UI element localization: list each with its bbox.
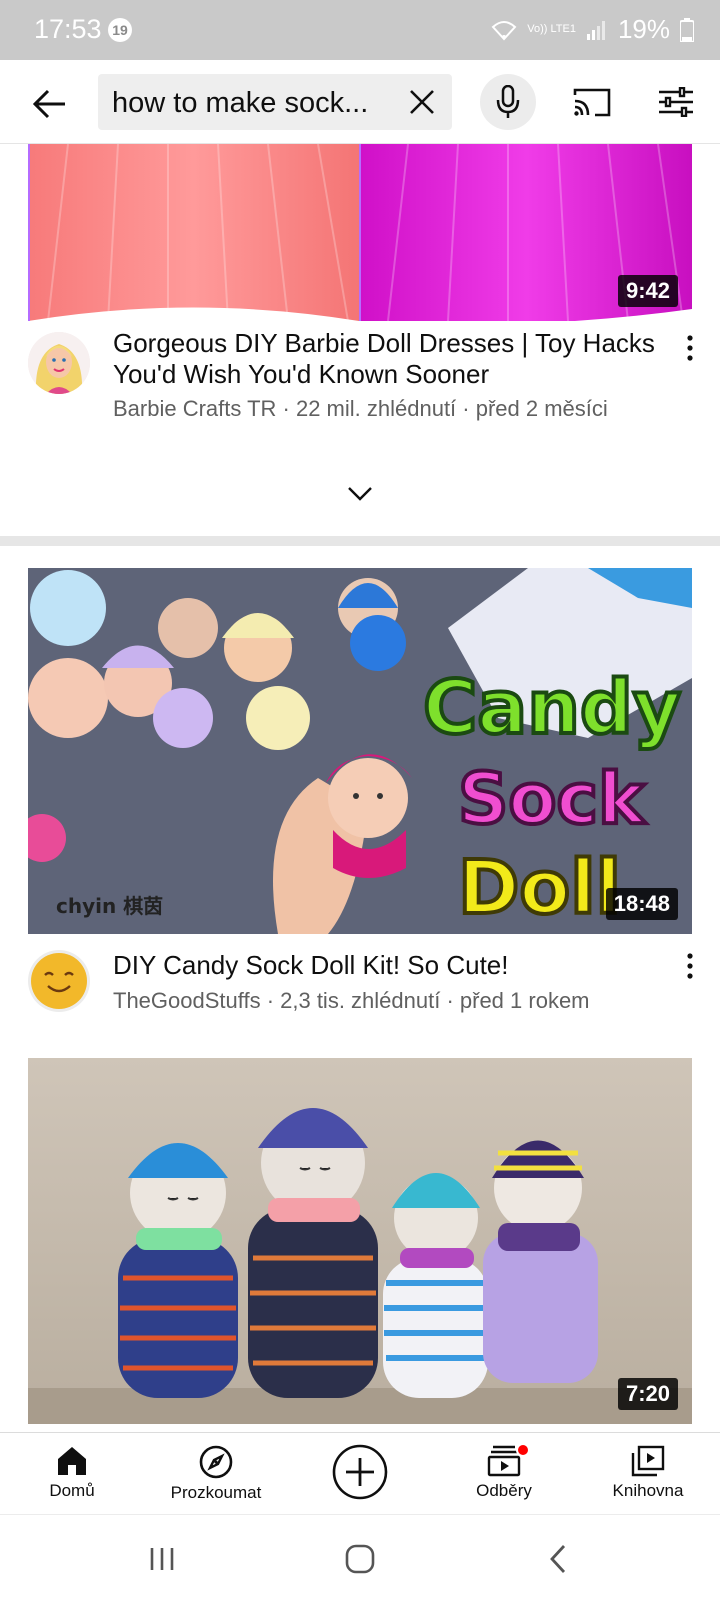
system-navigation-bar [0, 1514, 720, 1600]
cast-button[interactable] [564, 74, 620, 130]
smiley-avatar-image [28, 950, 90, 1012]
status-right-group: Vo)) LTE1 19% [491, 14, 694, 45]
bottom-navigation: Domů Prozkoumat Odběry Knihovna [0, 1432, 720, 1514]
thumbnail-image-dresses [28, 144, 692, 321]
thumbnail-image-sock-dolls [28, 1058, 692, 1424]
video-thumbnail[interactable]: Candy Sock Doll chyin 棋茵 18:48 [28, 568, 692, 934]
subscriptions-notification-dot [516, 1443, 530, 1457]
nav-label: Prozkoumat [170, 1483, 262, 1502]
search-header: how to make sock... [0, 60, 720, 144]
video-channel-views-age: Barbie Crafts TR · 22 mil. zhlédnutí · p… [113, 396, 608, 421]
video-channel-views-age: TheGoodStuffs · 2,3 tis. zhlédnutí · pře… [113, 988, 590, 1013]
back-arrow-icon [33, 89, 65, 119]
search-input[interactable]: how to make sock... [98, 74, 452, 130]
video-more-button[interactable] [674, 328, 706, 368]
chevron-down-icon [348, 487, 372, 501]
nav-item-home[interactable]: Domů [0, 1433, 144, 1514]
nav-label: Odběry [476, 1481, 532, 1500]
thumb-logo-text: chyin 棋茵 [56, 894, 163, 918]
nav-item-explore[interactable]: Prozkoumat [144, 1433, 288, 1514]
wifi-icon [491, 20, 517, 40]
video-thumbnail[interactable]: 9:42 [28, 144, 692, 321]
video-duration: 7:20 [617, 1378, 678, 1410]
nav-item-subscriptions[interactable]: Odběry [432, 1433, 576, 1514]
video-duration: 18:48 [605, 888, 678, 920]
cast-icon [573, 88, 611, 117]
more-vertical-icon [687, 335, 693, 361]
video-duration: 9:42 [617, 275, 678, 307]
nav-item-library[interactable]: Knihovna [576, 1433, 720, 1514]
nav-item-create[interactable] [288, 1433, 432, 1514]
barbie-avatar-image [28, 332, 90, 394]
section-divider [0, 536, 720, 546]
channel-avatar[interactable] [28, 332, 90, 394]
home-outline-icon [345, 1544, 375, 1574]
explore-icon [199, 1445, 233, 1479]
show-more-results-button[interactable] [336, 476, 384, 512]
battery-icon [680, 17, 694, 42]
chevron-left-icon [550, 1545, 566, 1573]
thumb-text-sock: Sock [458, 758, 646, 840]
status-time: 17:53 [34, 14, 102, 44]
clear-search-button[interactable] [398, 78, 446, 126]
thumb-text-doll: Doll [458, 845, 621, 931]
recent-apps-button[interactable] [132, 1537, 192, 1581]
thumbnail-image-candy-sock-doll: Candy Sock Doll chyin 棋茵 [28, 568, 692, 934]
filter-icon [659, 87, 693, 117]
battery-percent: 19% [617, 14, 670, 44]
create-icon [332, 1444, 388, 1500]
video-info: DIY Candy Sock Doll Kit! So Cute! TheGoo… [0, 938, 720, 1028]
nav-label: Domů [49, 1481, 95, 1500]
home-system-button[interactable] [330, 1537, 390, 1581]
video-title[interactable]: DIY Candy Sock Doll Kit! So Cute! [113, 950, 673, 981]
back-button[interactable] [22, 76, 78, 132]
video-title[interactable]: Gorgeous DIY Barbie Doll Dresses | Toy H… [113, 328, 673, 390]
voice-search-button[interactable] [480, 74, 536, 130]
notification-count-badge: 19 [108, 18, 132, 42]
video-thumbnail[interactable]: 7:20 [28, 1058, 692, 1424]
back-system-button[interactable] [528, 1537, 588, 1581]
channel-avatar[interactable] [28, 950, 90, 1012]
network-label: Vo)) LTE1 [527, 23, 576, 35]
signal-icon [586, 20, 605, 40]
search-filters-button[interactable] [648, 74, 704, 130]
status-bar: 17:53 19 Vo)) LTE1 19% [0, 0, 720, 60]
nav-label: Knihovna [612, 1481, 684, 1500]
video-info: Gorgeous DIY Barbie Doll Dresses | Toy H… [0, 322, 720, 432]
thumb-text-candy: Candy [423, 665, 681, 751]
microphone-icon [496, 85, 520, 118]
more-vertical-icon [687, 953, 693, 979]
clear-icon [410, 90, 434, 114]
recent-apps-icon [150, 1548, 174, 1570]
home-icon [58, 1447, 86, 1475]
video-more-button[interactable] [674, 946, 706, 986]
search-query-text: how to make sock... [112, 87, 369, 119]
library-icon [631, 1445, 665, 1477]
